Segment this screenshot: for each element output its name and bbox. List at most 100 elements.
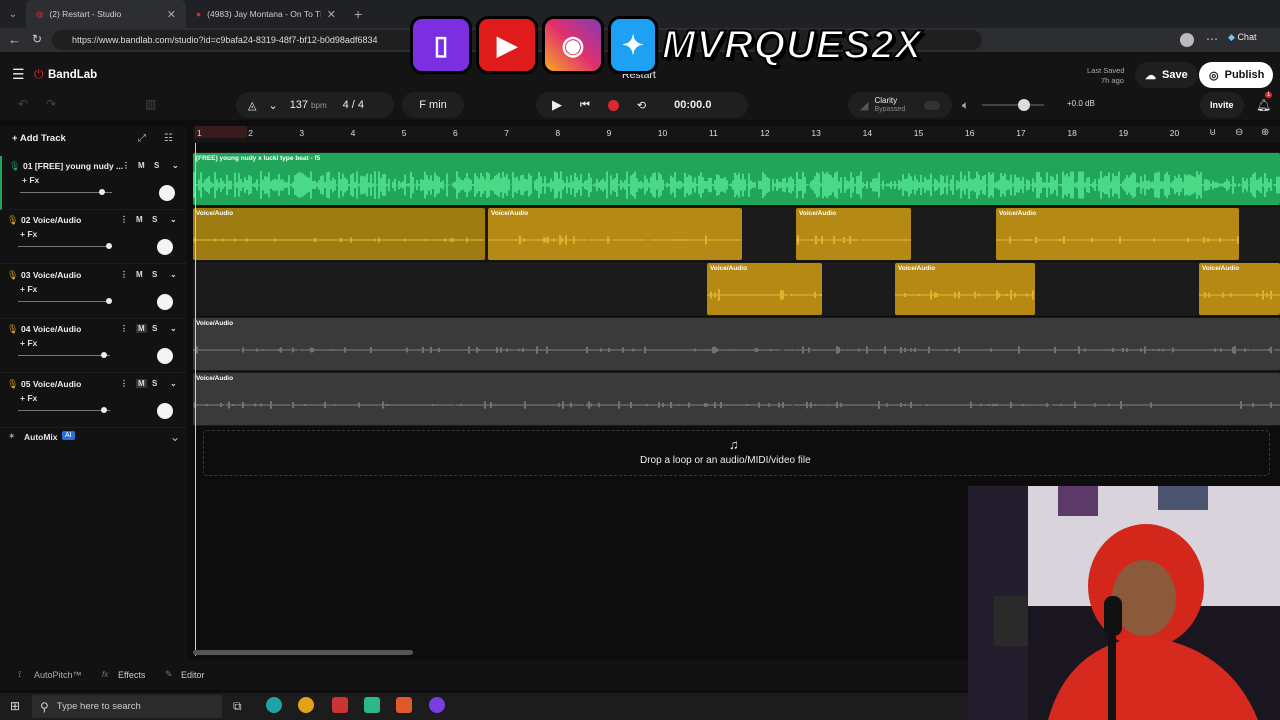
volume-slider[interactable] [18, 246, 110, 247]
track-name[interactable]: 01 [FREE] young nudy ... [23, 161, 123, 171]
add-fx-button[interactable]: + Fx [22, 175, 39, 185]
pan-knob[interactable] [157, 348, 173, 364]
ruler-bar-number[interactable]: 2 [248, 128, 253, 138]
record-icon[interactable] [607, 99, 619, 111]
close-tab-icon[interactable]: ✕ [167, 8, 176, 21]
editor-tab[interactable]: Editor [181, 670, 205, 680]
volume-slider[interactable] [18, 301, 110, 302]
track-name[interactable]: 02 Voice/Audio [21, 215, 81, 225]
skip-back-icon[interactable]: ⏮ [580, 99, 590, 112]
master-volume-knob[interactable] [1018, 99, 1030, 111]
chevron-down-icon[interactable]: ⌄ [170, 430, 180, 444]
mute-button[interactable]: M [138, 161, 145, 170]
effects-tab[interactable]: Effects [118, 670, 145, 680]
solo-button[interactable]: S [152, 324, 157, 333]
mute-button[interactable]: M [136, 379, 147, 388]
ruler-bar-number[interactable]: 7 [504, 128, 509, 138]
automix-row[interactable]: ✶ AutoMix AI ⌄ [0, 428, 187, 450]
publish-button[interactable]: ◎ Publish [1199, 62, 1273, 88]
solo-button[interactable]: S [152, 270, 157, 279]
time-signature[interactable]: 4 / 4 [343, 99, 364, 111]
chat-button[interactable]: ◆ Chat [1228, 32, 1256, 43]
track-lane[interactable]: Voice/Audio Voice/Audio Voice/Audio Voice/A… [193, 207, 1280, 261]
track-header[interactable]: 🎙︎ 03 Voice/Audio ⋮ M S ⌄ + Fx [0, 265, 187, 319]
pan-knob[interactable] [159, 185, 175, 201]
timeline-ruler[interactable]: 1 2 3 4 5 6 7 8 9 10 11 12 13 14 15 16 17 18 19 20 ⊍ ⊖ ⊕ [193, 126, 1280, 143]
bell-icon[interactable]: 🔔︎ [1256, 98, 1271, 112]
task-view-icon[interactable]: ⧉ [233, 699, 242, 714]
save-button[interactable]: ☁ Save [1135, 62, 1198, 88]
app-icon[interactable] [429, 697, 445, 713]
chrome-icon[interactable] [298, 697, 314, 713]
ruler-bar-number[interactable]: 9 [607, 128, 612, 138]
audio-region[interactable]: Voice/Audio [193, 373, 1280, 425]
pan-knob[interactable] [157, 239, 173, 255]
audio-region[interactable]: Voice/Audio [707, 263, 822, 315]
audio-region[interactable]: Voice/Audio [193, 208, 485, 260]
track-lane[interactable]: Voice/Audio [193, 317, 1280, 371]
reload-icon[interactable]: ↻ [32, 32, 42, 46]
volume-handle[interactable] [106, 298, 112, 304]
more-icon[interactable]: ⋮ [120, 379, 128, 388]
more-icon[interactable]: ⋮ [122, 161, 130, 170]
ruler-bar-number[interactable]: 13 [811, 128, 820, 138]
pan-knob[interactable] [157, 294, 173, 310]
playhead[interactable] [195, 143, 196, 656]
more-icon[interactable]: ⋮ [120, 215, 128, 224]
play-icon[interactable]: ▶ [552, 97, 562, 113]
more-icon[interactable]: ⋮ [120, 270, 128, 279]
add-fx-button[interactable]: + Fx [20, 338, 37, 348]
zoom-in-icon[interactable]: ⊕ [1261, 127, 1269, 138]
solo-button[interactable]: S [152, 379, 157, 388]
mute-button[interactable]: M [136, 215, 143, 224]
add-fx-button[interactable]: + Fx [20, 229, 37, 239]
brand-name[interactable]: BandLab [48, 69, 97, 81]
pan-knob[interactable] [157, 403, 173, 419]
audio-region[interactable]: Voice/Audio [1199, 263, 1280, 315]
horizontal-scrollbar[interactable] [193, 650, 413, 655]
track-header[interactable]: 🎙︎ 04 Voice/Audio ⋮ M S ⌄ + Fx [0, 319, 187, 373]
autopitch-tab[interactable]: AutoPitch™ [34, 670, 82, 680]
tab-restart-studio[interactable]: ◍ (2) Restart - Studio ✕ [26, 0, 186, 28]
tools-icon[interactable]: ⤢ [138, 133, 146, 144]
ruler-bar-number[interactable]: 11 [709, 128, 718, 138]
speaker-icon[interactable]: 🔈︎ [962, 98, 969, 113]
drop-zone[interactable]: ♫ Drop a loop or an audio/MIDI/video fil… [203, 430, 1270, 476]
audio-region[interactable]: Voice/Audio [193, 318, 1280, 370]
loop-region[interactable] [195, 126, 247, 138]
zoom-out-icon[interactable]: ⊖ [1235, 127, 1243, 138]
keyboard-icon[interactable]: ▥ [145, 97, 156, 111]
redo-icon[interactable]: ↷ [46, 97, 56, 111]
ruler-bar-number[interactable]: 19 [1119, 128, 1128, 138]
add-fx-button[interactable]: + Fx [20, 284, 37, 294]
key-selector[interactable]: F min [402, 92, 464, 118]
loop-icon[interactable]: ⟲ [637, 99, 646, 112]
audio-region[interactable]: Voice/Audio [796, 208, 911, 260]
ruler-bar-number[interactable]: 4 [351, 128, 356, 138]
windows-start-icon[interactable]: ⊞ [10, 699, 20, 713]
ruler-bar-number[interactable]: 10 [658, 128, 667, 138]
new-tab-icon[interactable]: + [354, 6, 362, 22]
volume-handle[interactable] [99, 189, 105, 195]
audio-region[interactable]: Voice/Audio [996, 208, 1239, 260]
ruler-bar-number[interactable]: 6 [453, 128, 458, 138]
master-volume-slider[interactable] [982, 99, 1044, 111]
toggle-switch[interactable] [924, 100, 940, 110]
mute-button[interactable]: M [136, 270, 143, 279]
ruler-bar-number[interactable]: 18 [1067, 128, 1076, 138]
undo-icon[interactable]: ↶ [18, 97, 28, 111]
track-lane[interactable]: Voice/Audio Voice/Audio Voice/Audio [193, 262, 1280, 316]
snap-icon[interactable]: ⊍ [1209, 127, 1216, 138]
volume-handle[interactable] [101, 407, 107, 413]
track-header[interactable]: 🎙︎ 01 [FREE] young nudy ... ⋮ M S ⌄ + Fx [0, 156, 187, 210]
track-header[interactable]: 🎙︎ 05 Voice/Audio ⋮ M S ⌄ + Fx [0, 374, 187, 428]
solo-button[interactable]: S [152, 215, 157, 224]
ruler-bar-number[interactable]: 1 [197, 128, 202, 138]
metronome-icon[interactable]: ◬ [248, 99, 256, 112]
ruler-bar-number[interactable]: 15 [914, 128, 923, 138]
chevron-down-icon[interactable]: ⌄ [172, 161, 179, 170]
track-name[interactable]: 03 Voice/Audio [21, 270, 81, 280]
volume-handle[interactable] [101, 352, 107, 358]
chevron-down-icon[interactable]: ⌄ [170, 215, 177, 224]
audio-region[interactable]: Voice/Audio [488, 208, 742, 260]
